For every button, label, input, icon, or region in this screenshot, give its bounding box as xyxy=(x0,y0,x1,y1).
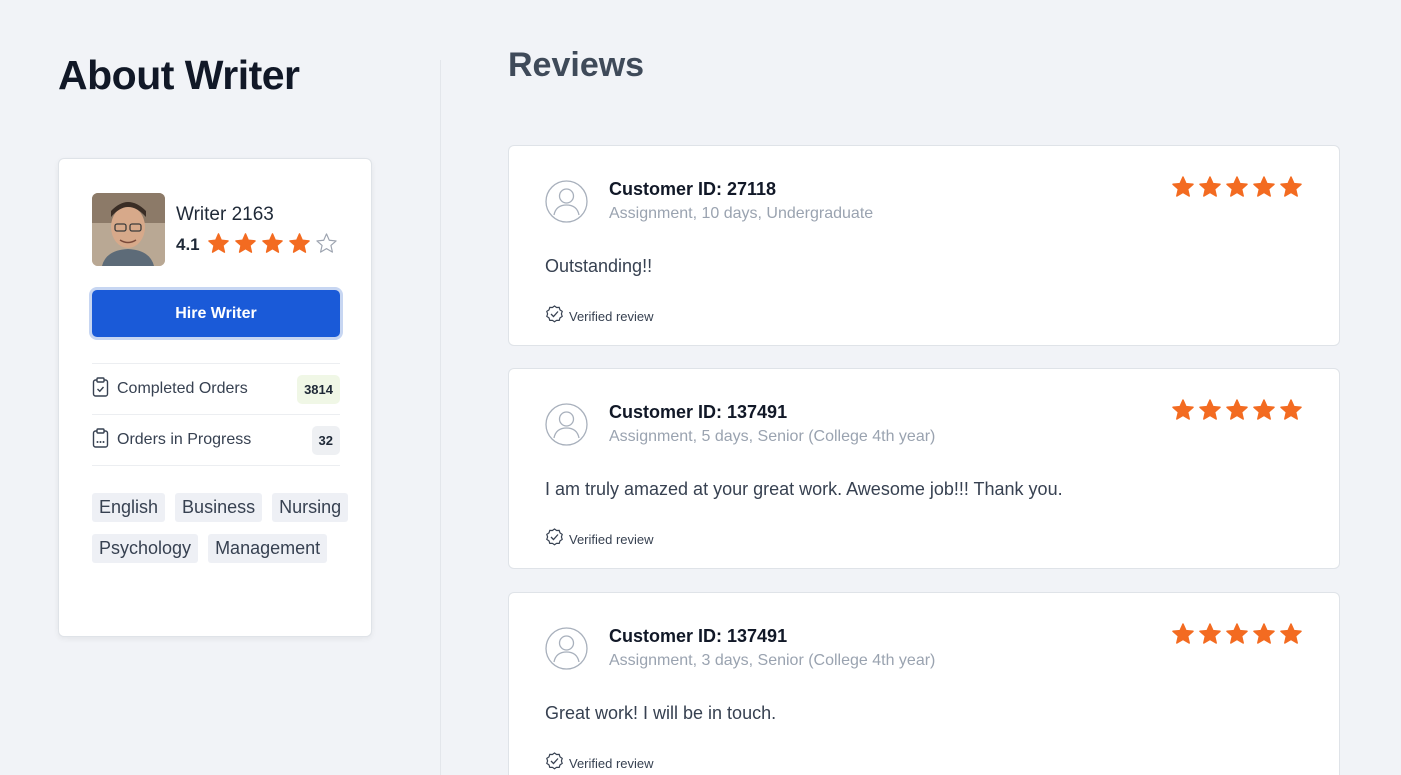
verified-label: Verified review xyxy=(569,308,654,324)
verified-check-icon xyxy=(545,751,564,775)
star-filled-icon xyxy=(289,233,310,253)
star-filled-icon xyxy=(1226,176,1248,197)
star-empty-icon xyxy=(316,233,337,253)
review-meta: Assignment, 5 days, Senior (College 4th … xyxy=(609,428,936,445)
star-filled-icon xyxy=(1172,399,1194,420)
subject-tags: English Business Nursing Psychology Mana… xyxy=(92,493,352,563)
writer-rating-value: 4.1 xyxy=(176,235,200,254)
review-card: Customer ID: 137491 Assignment, 5 days, … xyxy=(508,368,1340,569)
about-writer-title: About Writer xyxy=(58,52,300,98)
review-meta: Assignment, 10 days, Undergraduate xyxy=(609,205,874,222)
star-filled-icon xyxy=(235,233,256,253)
star-filled-icon xyxy=(1280,399,1302,420)
hire-writer-button[interactable]: Hire Writer xyxy=(92,290,340,337)
customer-id: Customer ID: 137491 xyxy=(609,626,788,646)
reviews-title: Reviews xyxy=(508,46,645,84)
star-filled-icon xyxy=(1199,399,1221,420)
verified-label: Verified review xyxy=(569,755,654,771)
customer-id: Customer ID: 27118 xyxy=(609,179,777,199)
writer-rating-stars xyxy=(207,232,338,255)
review-rating-stars xyxy=(1171,398,1303,422)
stat-label: Completed Orders xyxy=(117,380,248,397)
star-filled-icon xyxy=(1253,176,1275,197)
verified-label: Verified review xyxy=(569,531,654,547)
stat-count-badge: 3814 xyxy=(297,374,340,404)
subject-tag: Management xyxy=(208,534,328,563)
customer-id: Customer ID: 137491 xyxy=(609,402,788,422)
verified-review: Verified review xyxy=(545,751,654,775)
subject-tag: Nursing xyxy=(272,493,349,522)
stat-count-badge: 32 xyxy=(311,425,340,455)
verified-review: Verified review xyxy=(545,304,654,328)
star-filled-icon xyxy=(1172,623,1194,644)
user-avatar-icon xyxy=(545,403,588,446)
review-rating-stars xyxy=(1171,175,1303,199)
review-text: Great work! I will be in touch. xyxy=(545,703,777,723)
star-filled-icon xyxy=(1199,176,1221,197)
stat-divider xyxy=(92,465,340,466)
review-card: Customer ID: 27118 Assignment, 10 days, … xyxy=(508,145,1340,346)
writer-avatar xyxy=(92,193,165,266)
star-filled-icon xyxy=(1280,176,1302,197)
star-filled-icon xyxy=(1199,623,1221,644)
star-filled-icon xyxy=(1253,399,1275,420)
stat-completed-orders: Completed Orders 3814 xyxy=(92,363,340,414)
clipboard-progress-icon xyxy=(92,427,109,453)
clipboard-check-icon xyxy=(92,376,109,402)
verified-review: Verified review xyxy=(545,527,654,551)
subject-tag: Business xyxy=(175,493,263,522)
stat-label: Orders in Progress xyxy=(117,431,252,448)
star-filled-icon xyxy=(1172,176,1194,197)
writer-name: Writer 2163 xyxy=(176,204,274,225)
review-text: I am truly amazed at your great work. Aw… xyxy=(545,479,1063,499)
star-filled-icon xyxy=(262,233,283,253)
column-divider xyxy=(440,60,441,775)
review-text: Outstanding!! xyxy=(545,256,653,276)
review-rating-stars xyxy=(1171,622,1303,646)
user-avatar-icon xyxy=(545,627,588,670)
verified-check-icon xyxy=(545,527,564,551)
writer-card: Writer 2163 4.1 Hire Writer Completed Or… xyxy=(58,158,372,637)
star-filled-icon xyxy=(1280,623,1302,644)
review-meta: Assignment, 3 days, Senior (College 4th … xyxy=(609,652,936,669)
verified-check-icon xyxy=(545,304,564,328)
star-filled-icon xyxy=(1226,399,1248,420)
star-filled-icon xyxy=(1226,623,1248,644)
star-filled-icon xyxy=(1253,623,1275,644)
subject-tag: English xyxy=(92,493,166,522)
subject-tag: Psychology xyxy=(92,534,199,563)
review-card: Customer ID: 137491 Assignment, 3 days, … xyxy=(508,592,1340,775)
user-avatar-icon xyxy=(545,180,588,223)
stat-orders-in-progress: Orders in Progress 32 xyxy=(92,414,340,465)
star-filled-icon xyxy=(208,233,229,253)
